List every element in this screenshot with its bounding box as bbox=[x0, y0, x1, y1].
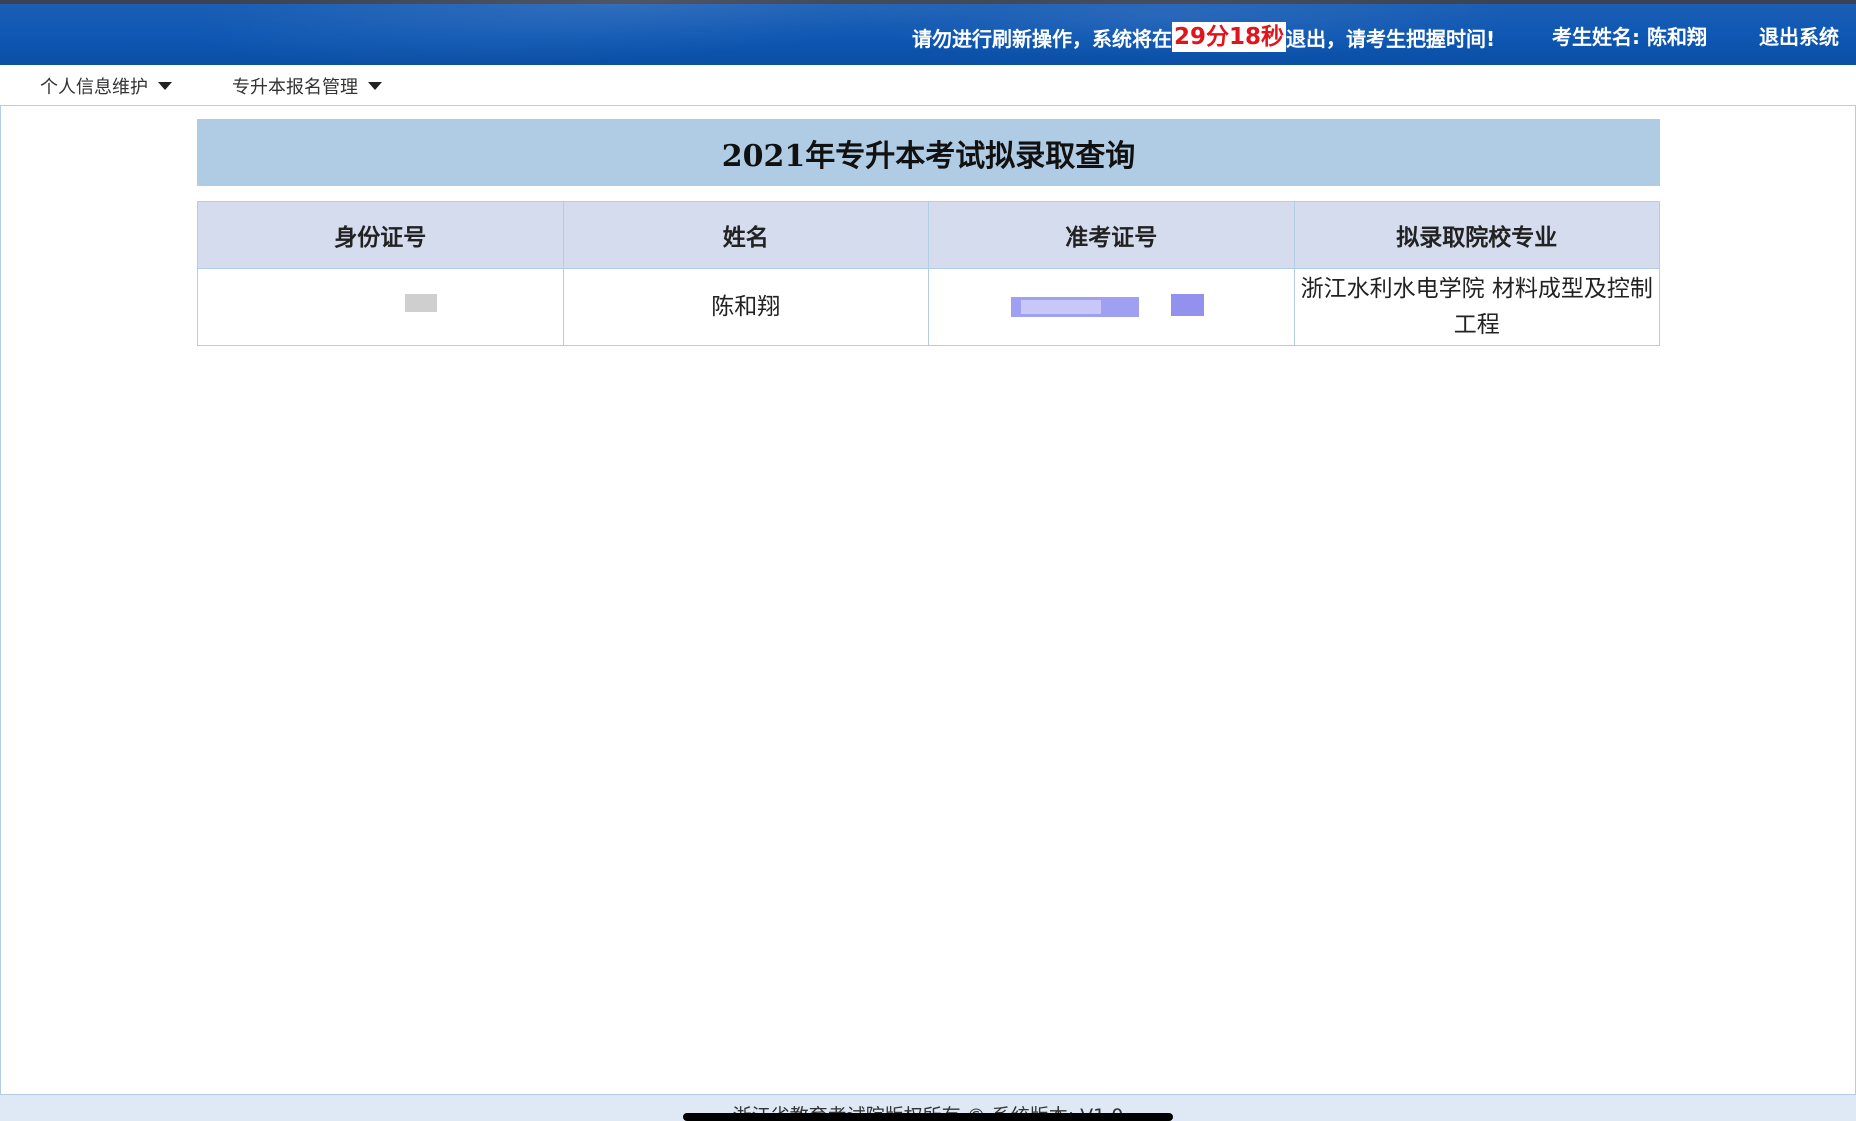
logout-button[interactable]: 退出系统 bbox=[1759, 22, 1839, 52]
caret-down-icon bbox=[368, 82, 382, 90]
redacted-exam-number bbox=[1011, 291, 1211, 325]
column-header-exam-number: 准考证号 bbox=[928, 201, 1295, 269]
content-frame: 2021年专升本考试拟录取查询 身份证号 姓名 准考证号 拟录取院校专业 陈和翔 bbox=[0, 105, 1856, 1095]
admission-result-table: 身份证号 姓名 准考证号 拟录取院校专业 陈和翔 浙江水利水电学院 材料成型及控… bbox=[197, 201, 1661, 346]
table-row: 陈和翔 浙江水利水电学院 材料成型及控制工程 bbox=[197, 268, 1661, 346]
cell-exam-number bbox=[928, 268, 1295, 346]
caret-down-icon bbox=[158, 82, 172, 90]
cell-id-number bbox=[197, 268, 564, 346]
candidate-name-value: 陈和翔 bbox=[1646, 25, 1707, 49]
column-header-admission: 拟录取院校专业 bbox=[1293, 201, 1661, 269]
column-header-id-number: 身份证号 bbox=[197, 201, 564, 269]
footer: 浙江省教育考试院版权所有 © 系统版本: V1.0 bbox=[0, 1095, 1856, 1121]
menu-registration-label: 专升本报名管理 bbox=[232, 77, 358, 98]
page-title: 2021年专升本考试拟录取查询 bbox=[197, 119, 1660, 186]
cell-name: 陈和翔 bbox=[562, 268, 930, 346]
cell-admission: 浙江水利水电学院 材料成型及控制工程 bbox=[1293, 268, 1661, 346]
table-header-row: 身份证号 姓名 准考证号 拟录取院校专业 bbox=[197, 201, 1661, 269]
countdown-timer: 29分18秒 bbox=[1172, 22, 1287, 52]
main-menu: 个人信息维护 专升本报名管理 bbox=[0, 65, 1856, 105]
candidate-name: 考生姓名: 陈和翔 bbox=[1552, 22, 1707, 52]
top-banner: 请勿进行刷新操作，系统将在 29分18秒 退出，请考生把握时间! 考生姓名: 陈… bbox=[0, 0, 1856, 65]
session-timeout-notice: 请勿进行刷新操作，系统将在 29分18秒 退出，请考生把握时间! bbox=[912, 22, 1495, 52]
redacted-id-number bbox=[265, 272, 495, 332]
notice-prefix: 请勿进行刷新操作，系统将在 bbox=[912, 26, 1172, 51]
menu-personal-info-label: 个人信息维护 bbox=[40, 77, 148, 98]
menu-registration[interactable]: 专升本报名管理 bbox=[232, 73, 382, 99]
menu-personal-info[interactable]: 个人信息维护 bbox=[40, 73, 172, 99]
home-indicator bbox=[683, 1113, 1173, 1121]
notice-suffix: 退出，请考生把握时间! bbox=[1286, 26, 1496, 51]
column-header-name: 姓名 bbox=[562, 201, 930, 269]
candidate-name-label: 考生姓名: bbox=[1552, 25, 1640, 49]
